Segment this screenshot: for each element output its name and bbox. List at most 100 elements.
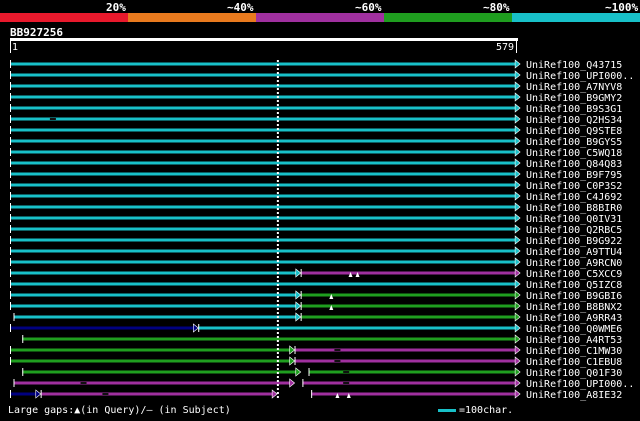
- hit-label: UniRef100_B9GBI6: [526, 291, 622, 302]
- segment-arrow-icon: [514, 180, 521, 190]
- segment-arrow-icon: [514, 367, 521, 377]
- segment-start-tick: [10, 115, 11, 123]
- segment-arrow-icon: [35, 389, 42, 399]
- segment-arrow-icon: [514, 257, 521, 267]
- hit-label: UniRef100_Q2RBC5: [526, 225, 622, 236]
- hit-label: UniRef100_Q0WME6: [526, 324, 622, 335]
- segment-start-tick: [10, 137, 11, 145]
- hit-segment: [10, 271, 300, 275]
- segment-start-tick: [10, 181, 11, 189]
- hit-segment: [10, 183, 516, 187]
- hit-segment: [22, 337, 516, 341]
- segment-arrow-icon: [514, 389, 521, 399]
- hit-label: UniRef100_A9RR43: [526, 313, 622, 324]
- segment-start-tick: [10, 126, 11, 134]
- segment-start-tick: [10, 390, 11, 398]
- hit-label: UniRef100_B9GYS5: [526, 137, 622, 148]
- hit-segment: [10, 172, 516, 176]
- hit-segment: [10, 260, 516, 264]
- hit-segment: [311, 392, 516, 396]
- segment-start-tick: [10, 60, 11, 68]
- segment-start-tick: [10, 258, 11, 266]
- segment-start-tick: [10, 269, 11, 277]
- hit-segment: [10, 117, 516, 121]
- segment-arrow-icon: [514, 279, 521, 289]
- hit-label: UniRef100_Q0IV31: [526, 214, 622, 225]
- hit-segment: [10, 194, 516, 198]
- hit-label: UniRef100_UPI000..: [526, 71, 634, 82]
- segment-start-tick: [10, 214, 11, 222]
- hit-segment: [294, 348, 516, 352]
- segment-arrow-icon: [514, 290, 521, 300]
- hit-segment: [10, 359, 294, 363]
- segment-start-tick: [22, 368, 24, 376]
- hit-label: UniRef100_B9F795: [526, 170, 622, 181]
- segment-start-tick: [10, 203, 11, 211]
- hit-segment: [13, 381, 294, 385]
- segment-arrow-icon: [514, 301, 521, 311]
- segment-arrow-icon: [295, 290, 302, 300]
- hit-segment: [40, 392, 277, 396]
- hit-label: UniRef100_B9GMY2: [526, 93, 622, 104]
- segment-start-tick: [10, 93, 11, 101]
- segment-arrow-icon: [514, 334, 521, 344]
- hit-segment: [10, 106, 516, 110]
- gap-legend: Large gaps:▲(in Query)/– (in Subject): [8, 405, 231, 416]
- segment-arrow-icon: [514, 323, 521, 333]
- hit-label: UniRef100_A8IE32: [526, 390, 622, 401]
- hit-segment: [294, 359, 516, 363]
- segment-arrow-icon: [271, 389, 278, 399]
- segment-arrow-icon: [514, 125, 521, 135]
- hit-segment: [198, 326, 516, 330]
- hit-segment: [10, 73, 516, 77]
- segment-start-tick: [10, 324, 11, 332]
- segment-start-tick: [10, 225, 11, 233]
- hit-label: UniRef100_C4J692: [526, 192, 622, 203]
- segment-arrow-icon: [295, 268, 302, 278]
- segment-arrow-icon: [514, 114, 521, 124]
- segment-arrow-icon: [514, 246, 521, 256]
- segment-arrow-icon: [514, 169, 521, 179]
- segment-start-tick: [40, 390, 42, 398]
- subject-gap-mark: [343, 371, 350, 373]
- segment-start-tick: [10, 82, 11, 90]
- hit-label: UniRef100_B8BIR0: [526, 203, 622, 214]
- hit-segment: [10, 150, 516, 154]
- segment-arrow-icon: [295, 312, 302, 322]
- hit-label: UniRef100_A4RT53: [526, 335, 622, 346]
- segment-start-tick: [13, 313, 15, 321]
- segment-start-tick: [300, 291, 302, 299]
- segment-arrow-icon: [514, 356, 521, 366]
- segment-arrow-icon: [295, 301, 302, 311]
- segment-arrow-icon: [514, 312, 521, 322]
- segment-start-tick: [10, 357, 11, 365]
- segment-arrow-icon: [295, 367, 302, 377]
- hit-segment: [10, 139, 516, 143]
- segment-arrow-icon: [514, 378, 521, 388]
- subject-gap-mark: [343, 382, 350, 384]
- hit-label: UniRef100_Q2HS34: [526, 115, 622, 126]
- scale-swatch: [438, 408, 456, 412]
- segment-arrow-icon: [514, 147, 521, 157]
- segment-arrow-icon: [289, 356, 296, 366]
- segment-start-tick: [10, 192, 11, 200]
- segment-arrow-icon: [514, 202, 521, 212]
- hit-segment: [10, 238, 516, 242]
- segment-start-tick: [22, 335, 24, 343]
- hit-segment: [10, 84, 516, 88]
- segment-arrow-icon: [514, 224, 521, 234]
- segment-arrow-icon: [514, 92, 521, 102]
- hit-segment: [13, 315, 300, 319]
- hit-segment: [10, 227, 516, 231]
- segment-start-tick: [10, 302, 11, 310]
- hit-segment: [10, 249, 516, 253]
- hit-segment: [10, 293, 300, 297]
- hit-segment: [10, 95, 516, 99]
- segment-start-tick: [300, 302, 302, 310]
- segment-start-tick: [10, 291, 11, 299]
- segment-arrow-icon: [514, 235, 521, 245]
- hit-segment: [10, 205, 516, 209]
- hit-segment: [10, 282, 516, 286]
- hit-segment: [10, 392, 40, 396]
- hit-label: UniRef100_A9RCN0: [526, 258, 622, 269]
